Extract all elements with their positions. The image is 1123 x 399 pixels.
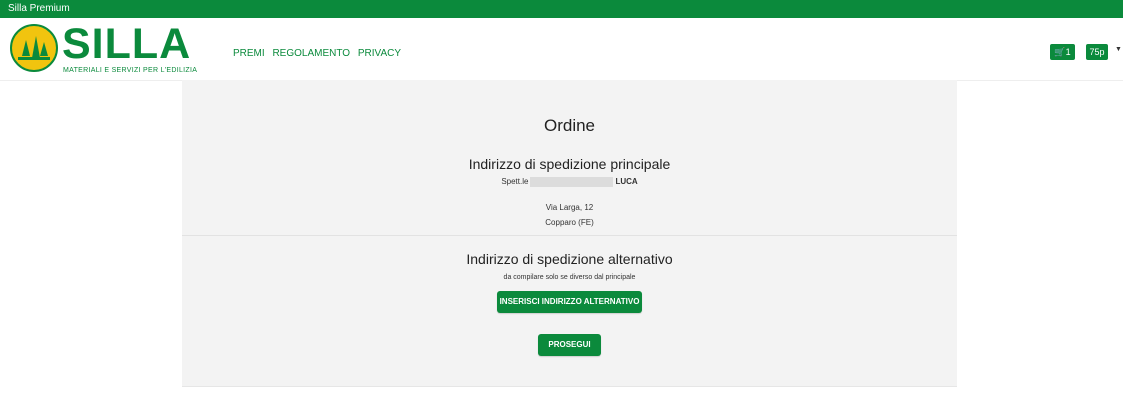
section-divider bbox=[182, 235, 957, 236]
panel-bottom-border bbox=[182, 386, 957, 387]
points-button[interactable]: 75p bbox=[1086, 44, 1108, 60]
name-suffix: LUCA bbox=[615, 177, 638, 187]
name-prefix: Spett.le bbox=[501, 177, 529, 187]
page-title: Ordine bbox=[543, 116, 596, 135]
app-title: Silla Premium bbox=[8, 3, 70, 14]
cart-count: 1 bbox=[1065, 47, 1071, 57]
alternate-address-heading: Indirizzo di spedizione alternativo bbox=[466, 251, 673, 267]
chevron-down-icon[interactable]: ▼ bbox=[1115, 46, 1122, 53]
primary-address-heading: Indirizzo di spedizione principale bbox=[468, 156, 671, 172]
nav-premi[interactable]: PREMI bbox=[233, 48, 265, 59]
alternate-address-note: da compilare solo se diverso dal princip… bbox=[503, 274, 636, 281]
nav-regolamento[interactable]: REGOLAMENTO bbox=[272, 48, 350, 59]
brand-name: SILLA bbox=[62, 20, 192, 68]
recipient-name: Spett.le LUCA bbox=[182, 177, 957, 187]
brand-logo[interactable]: SILLA MATERIALI E SERVIZI PER L'EDILIZIA bbox=[10, 20, 198, 74]
nav-privacy[interactable]: PRIVACY bbox=[358, 48, 401, 59]
proceed-button[interactable]: PROSEGUI bbox=[538, 334, 601, 356]
site-header: SILLA MATERIALI E SERVIZI PER L'EDILIZIA… bbox=[0, 18, 1123, 81]
logo-emblem-icon bbox=[10, 24, 58, 72]
main-nav: PREMI REGOLAMENTO PRIVACY bbox=[233, 48, 406, 59]
cart-icon: 🛒 bbox=[1054, 47, 1066, 57]
cart-button[interactable]: 🛒1 bbox=[1050, 44, 1075, 60]
top-bar: Silla Premium bbox=[0, 0, 1123, 18]
add-alternate-address-button[interactable]: INSERISCI INDIRIZZO ALTERNATIVO bbox=[497, 291, 642, 313]
order-panel: Ordine Indirizzo di spedizione principal… bbox=[182, 80, 957, 386]
address-street: Via Larga, 12 bbox=[545, 203, 594, 212]
redacted-block bbox=[530, 177, 614, 187]
brand-tagline: MATERIALI E SERVIZI PER L'EDILIZIA bbox=[63, 67, 198, 74]
address-city: Copparo (FE) bbox=[545, 218, 594, 227]
